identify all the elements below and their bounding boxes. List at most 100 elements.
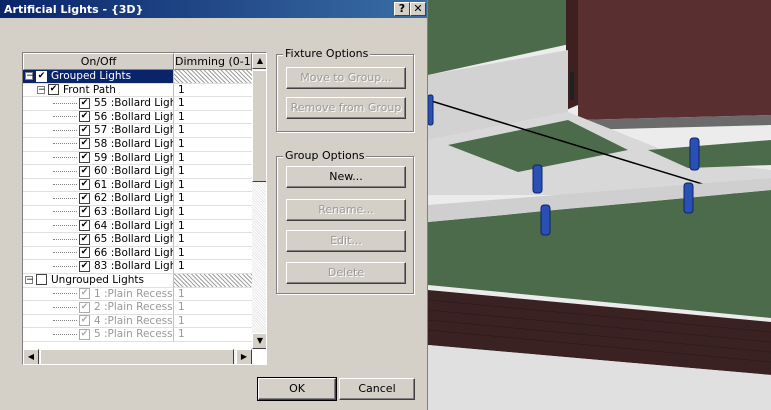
tree-row-dimming-cell[interactable]: 1 [174,233,252,247]
tree-row-name-cell[interactable]: − Ungrouped Lights [23,273,174,288]
tree-row[interactable]: ✔ 62 :Bollard Ligh...1 [23,192,252,206]
tree-row-dimming-cell[interactable]: 1 [174,97,252,111]
tree-row-dimming-cell[interactable]: 1 [174,138,252,152]
tree-expander-icon[interactable]: − [37,85,46,94]
tree-row[interactable]: ✔ 55 :Bollard Ligh...1 [23,97,252,111]
tree-row-checkbox[interactable]: ✔ [79,328,90,340]
tree-row[interactable]: ✔ 66 :Bollard Ligh...1 [23,246,252,261]
3d-viewport[interactable] [428,0,771,410]
tree-row[interactable]: ✔ 60 :Bollard Ligh...1 [23,165,252,179]
tree-row[interactable]: ✔ 58 :Bollard Ligh...1 [23,137,252,152]
tree-row-dimming-cell[interactable]: 1 [174,111,252,125]
tree-row[interactable]: ✔ 61 :Bollard Ligh...1 [23,178,252,193]
tree-row[interactable]: ✔ 4 :Plain Recessed ...1 [23,314,252,329]
scroll-left-arrow-icon[interactable]: ◀ [23,349,39,364]
tree-row-name-cell[interactable]: ✔ 5 :Plain Recessed ... [23,328,174,342]
tree-row-checkbox[interactable]: ✔ [79,192,90,204]
tree-row-name-cell[interactable]: ✔ 62 :Bollard Ligh... [23,192,174,206]
column-header-on-off[interactable]: On/Off [23,53,174,70]
close-button[interactable]: ✕ [410,2,426,16]
tree-row-dimming-cell[interactable]: 1 [174,179,252,193]
tree-row-name-cell[interactable]: − ✔ Grouped Lights [23,70,174,84]
tree-row-checkbox[interactable]: ✔ [79,97,90,109]
scroll-right-arrow-icon[interactable]: ▶ [236,349,252,364]
tree-row-checkbox[interactable]: ✔ [79,247,90,259]
tree-row[interactable]: ✔ 5 :Plain Recessed ...1 [23,328,252,342]
horizontal-scroll-thumb[interactable] [40,349,234,364]
tree-row-checkbox[interactable]: ✔ [79,260,90,272]
column-header-dimming[interactable]: Dimming (0-1) [174,53,252,70]
tree-row-dimming-cell[interactable]: 1 [174,220,252,234]
edit-group-button[interactable]: Edit... [286,230,406,252]
tree-row-dimming-cell[interactable]: 1 [174,84,252,98]
tree-row-checkbox[interactable]: ✔ [79,315,90,327]
tree-row-checkbox[interactable] [36,274,47,286]
move-to-group-button[interactable]: Move to Group... [286,67,406,89]
tree-row[interactable]: − ✔ Grouped Lights [23,70,252,84]
tree-row-dimming-cell[interactable]: 1 [174,315,252,329]
tree-row[interactable]: ✔ 56 :Bollard Ligh...1 [23,110,252,125]
tree-row-dimming-cell[interactable] [174,70,252,84]
tree-row-checkbox[interactable]: ✔ [79,124,90,136]
tree-row-name-cell[interactable]: ✔ 63 :Bollard Ligh... [23,205,174,220]
tree-row-dimming-cell[interactable]: 1 [174,328,252,342]
tree-row-checkbox[interactable]: ✔ [79,179,90,191]
tree-row-checkbox[interactable]: ✔ [79,288,90,299]
rename-group-button[interactable]: Rename... [286,199,406,221]
tree-row-checkbox[interactable]: ✔ [79,165,90,177]
tree-row-dimming-cell[interactable]: 1 [174,301,252,315]
remove-from-group-button[interactable]: Remove from Group [286,97,406,119]
ok-button[interactable]: OK [257,377,337,401]
tree-row-dimming-cell[interactable] [174,273,252,288]
tree-row-name-cell[interactable]: ✔ 2 :Plain Recessed ... [23,301,174,315]
tree-expander-icon[interactable]: − [25,72,34,81]
tree-row[interactable]: ✔ 2 :Plain Recessed ...1 [23,301,252,315]
tree-row-name-cell[interactable]: − ✔ Front Path [23,83,174,98]
cancel-button[interactable]: Cancel [339,378,415,400]
new-group-button[interactable]: New... [286,166,406,188]
tree-row-name-cell[interactable]: ✔ 4 :Plain Recessed ... [23,314,174,329]
tree-row-name-cell[interactable]: ✔ 58 :Bollard Ligh... [23,137,174,152]
tree-row-dimming-cell[interactable]: 1 [174,288,252,302]
tree-row-checkbox[interactable]: ✔ [79,233,90,245]
scroll-up-arrow-icon[interactable]: ▲ [252,53,266,69]
tree-row-checkbox[interactable]: ✔ [79,138,90,150]
tree-expander-icon[interactable]: − [25,275,34,284]
vertical-scrollbar[interactable]: ▲ ▼ [252,53,266,349]
tree-row-checkbox[interactable]: ✔ [79,301,90,313]
tree-row-name-cell[interactable]: ✔ 1 :Plain Recessed ... [23,287,174,302]
tree-row-name-cell[interactable]: ✔ 55 :Bollard Ligh... [23,97,174,111]
tree-row-dimming-cell[interactable]: 1 [174,247,252,261]
tree-row-name-cell[interactable]: ✔ 65 :Bollard Ligh... [23,233,174,247]
tree-row-checkbox[interactable]: ✔ [79,220,90,232]
tree-row-name-cell[interactable]: ✔ 64 :Bollard Ligh... [23,219,174,234]
tree-row[interactable]: ✔ 59 :Bollard Ligh...1 [23,151,252,166]
tree-row-checkbox[interactable]: ✔ [79,152,90,164]
tree-row-name-cell[interactable]: ✔ 57 :Bollard Ligh... [23,124,174,138]
tree-row[interactable]: ✔ 65 :Bollard Ligh...1 [23,233,252,247]
tree-row-checkbox[interactable]: ✔ [36,70,47,82]
tree-row-name-cell[interactable]: ✔ 59 :Bollard Ligh... [23,151,174,166]
tree-row[interactable]: − ✔ Front Path 1 [23,83,252,98]
title-bar[interactable]: Artificial Lights - {3D} ? ✕ [0,0,427,18]
tree-row-checkbox[interactable]: ✔ [48,84,59,96]
tree-row-name-cell[interactable]: ✔ 60 :Bollard Ligh... [23,165,174,179]
vertical-scroll-thumb[interactable] [252,70,266,182]
tree-row[interactable]: ✔ 57 :Bollard Ligh...1 [23,124,252,138]
tree-row-name-cell[interactable]: ✔ 61 :Bollard Ligh... [23,178,174,193]
tree-row-name-cell[interactable]: ✔ 66 :Bollard Ligh... [23,246,174,261]
tree-row-dimming-cell[interactable]: 1 [174,260,252,274]
horizontal-scrollbar[interactable]: ◀ ▶ [23,349,252,364]
tree-row[interactable]: ✔ 63 :Bollard Ligh...1 [23,205,252,220]
tree-row-dimming-cell[interactable]: 1 [174,192,252,206]
tree-row[interactable]: ✔ 83 :Bollard Ligh...1 [23,260,252,274]
tree-row-name-cell[interactable]: ✔ 83 :Bollard Ligh... [23,260,174,274]
tree-row-dimming-cell[interactable]: 1 [174,124,252,138]
tree-row[interactable]: ✔ 1 :Plain Recessed ...1 [23,287,252,302]
delete-group-button[interactable]: Delete [286,262,406,284]
tree-row-dimming-cell[interactable]: 1 [174,206,252,220]
tree-row-dimming-cell[interactable]: 1 [174,152,252,166]
scroll-down-arrow-icon[interactable]: ▼ [252,333,266,349]
help-button[interactable]: ? [394,2,410,16]
tree-row-name-cell[interactable]: ✔ 56 :Bollard Ligh... [23,110,174,125]
